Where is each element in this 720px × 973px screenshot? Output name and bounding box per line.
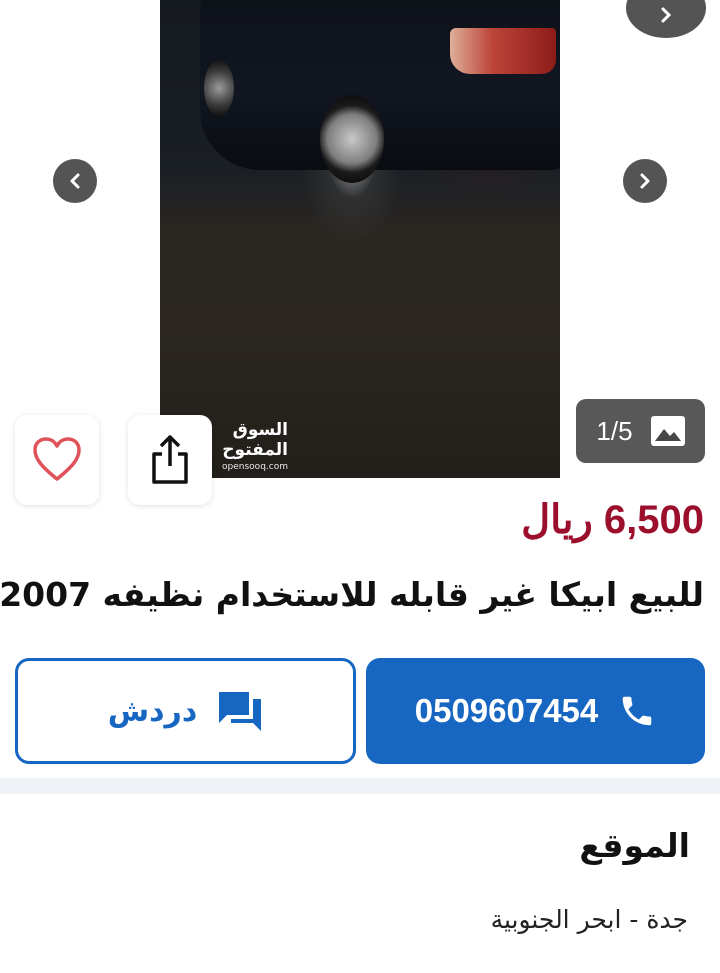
share-icon	[152, 435, 188, 484]
heart-icon	[33, 437, 81, 481]
car-rear-wheel	[204, 60, 234, 116]
image-gallery[interactable]: السوق المفتوح opensooq.com 1/5	[0, 0, 720, 505]
car-tail-light	[450, 28, 556, 74]
chat-icon	[219, 692, 262, 731]
listing-photo[interactable]: السوق المفتوح opensooq.com	[160, 0, 560, 478]
section-divider	[0, 778, 720, 794]
listing-price: 6,500 ريال	[521, 498, 704, 542]
favorite-button[interactable]	[15, 415, 99, 505]
location-value: جدة - ابحر الجنوبية	[490, 905, 688, 934]
location-heading: الموقع	[579, 826, 690, 865]
car-front-wheel	[320, 95, 384, 183]
chat-button-label: دردش	[107, 693, 198, 729]
listing-title: للبيع ابيكا غير قابله للاستخدام نظيفه 20…	[0, 575, 704, 614]
chat-button[interactable]: دردش	[15, 658, 356, 764]
watermark-arabic: السوق المفتوح	[222, 420, 288, 460]
share-button[interactable]	[128, 415, 212, 505]
watermark-english: opensooq.com	[222, 462, 288, 472]
chevron-left-icon	[70, 173, 80, 189]
image-icon	[650, 416, 685, 446]
phone-number: 0509607454	[414, 692, 599, 729]
watermark: السوق المفتوح opensooq.com	[212, 420, 288, 472]
gallery-prev-button[interactable]	[53, 159, 97, 203]
image-counter-text: 1/5	[596, 415, 633, 446]
gallery-top-button[interactable]	[626, 0, 706, 38]
phone-icon	[623, 696, 652, 726]
gallery-next-button[interactable]	[623, 159, 667, 203]
image-counter[interactable]: 1/5	[576, 399, 705, 463]
call-button[interactable]: 0509607454	[366, 658, 705, 764]
chevron-right-icon	[661, 7, 672, 23]
chevron-right-icon	[640, 173, 650, 189]
